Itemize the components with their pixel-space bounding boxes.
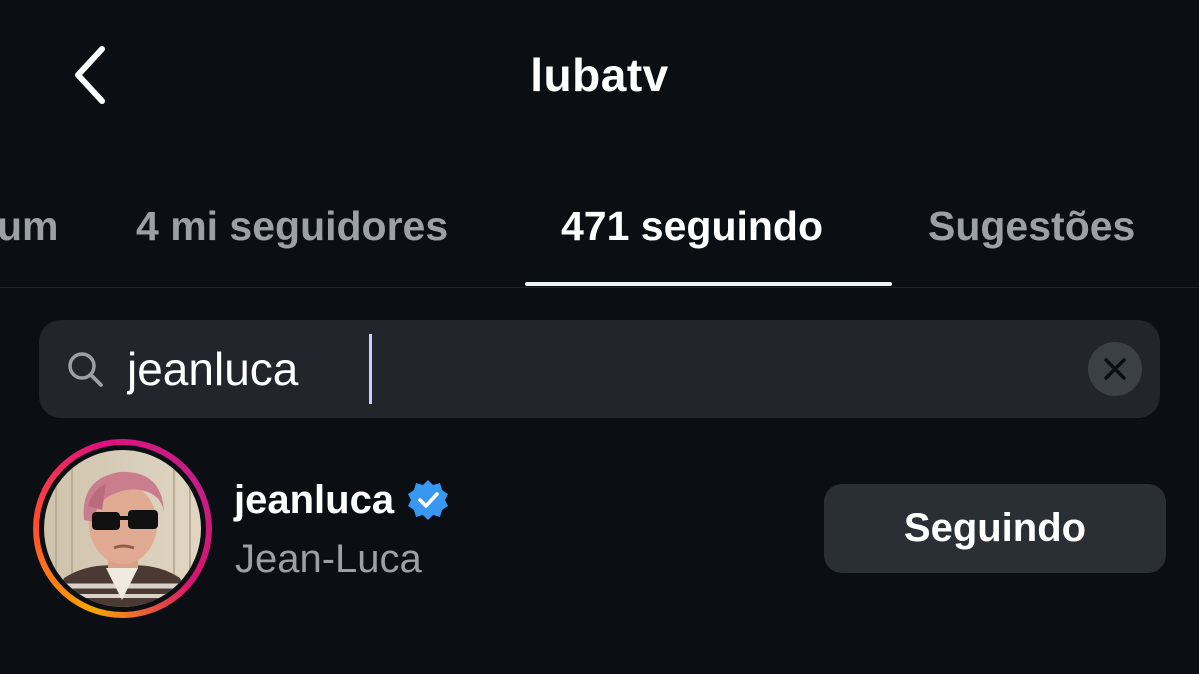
page-title: lubatv: [530, 49, 669, 101]
search-bar[interactable]: [39, 320, 1160, 418]
divider: [0, 287, 1199, 288]
tab-partial[interactable]: um: [0, 203, 59, 250]
tab-suggestions[interactable]: Sugestões: [928, 203, 1135, 250]
search-input[interactable]: [127, 338, 1067, 400]
search-icon: [65, 349, 105, 389]
story-ring[interactable]: [33, 439, 212, 618]
avatar: [44, 450, 201, 607]
top-bar: lubatv: [0, 0, 1199, 150]
following-button[interactable]: Seguindo: [824, 484, 1166, 573]
tab-following[interactable]: 471 seguindo: [561, 203, 823, 250]
clear-search-button[interactable]: [1088, 342, 1142, 396]
username[interactable]: jeanluca: [234, 478, 394, 523]
active-tab-indicator: [525, 282, 892, 286]
tab-followers[interactable]: 4 mi seguidores: [136, 203, 448, 250]
tab-bar: um 4 mi seguidores 471 seguindo Sugestõe…: [0, 185, 1199, 289]
verified-badge-icon: [408, 480, 449, 520]
username-line: jeanluca: [234, 475, 450, 525]
text-cursor: [369, 334, 372, 404]
list-item[interactable]: jeanluca Jean-Luca Seguindo: [0, 437, 1199, 627]
full-name: Jean-Luca: [235, 537, 422, 581]
close-icon: [1104, 358, 1126, 380]
following-screen: lubatv um 4 mi seguidores 471 seguindo S…: [0, 0, 1199, 674]
